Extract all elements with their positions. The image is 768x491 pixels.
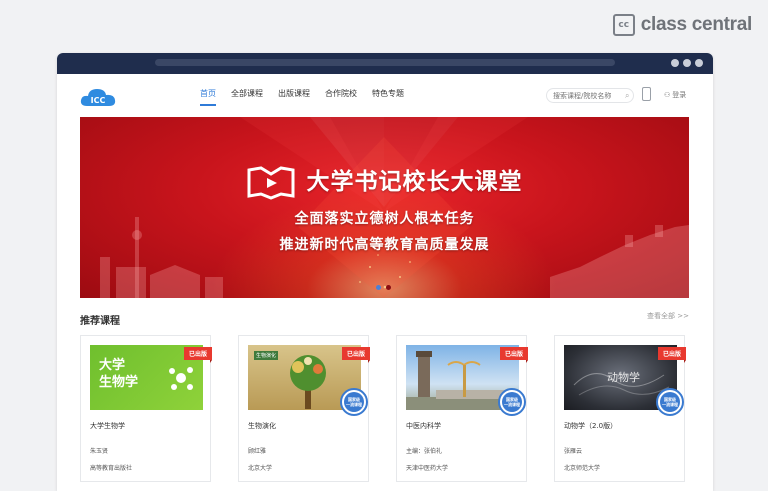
seal-text: 国家级 一流课程: [502, 392, 522, 412]
banner-title-text: 大学书记校长大课堂: [306, 169, 523, 195]
cc-badge-icon: cc: [612, 14, 635, 36]
published-badge: 已出版: [657, 347, 687, 363]
menu-item-partner-schools[interactable]: 合作院校: [325, 88, 357, 106]
course-title[interactable]: 动物学（2.0版）: [564, 421, 617, 431]
course-author: 张雁云: [564, 448, 583, 455]
course-author: 主编：张伯礼: [406, 448, 443, 455]
tree-of-life-icon: [290, 355, 326, 409]
course-publisher: 北京师范大学: [564, 465, 601, 472]
class-central-watermark: cc class central: [612, 14, 753, 36]
lecture-book-icon: [247, 165, 294, 200]
published-badge: 已出版: [499, 347, 529, 363]
recommended-header: 推荐课程 查看全部 >>: [80, 309, 689, 327]
seal-text: 国家级 一流课程: [344, 392, 364, 412]
icc-cloud-logo[interactable]: ICC: [79, 86, 117, 108]
mobile-app-icon[interactable]: [642, 87, 651, 101]
cover-text: 动物学: [607, 371, 640, 384]
national-course-seal-icon: 国家级 一流课程: [340, 388, 368, 416]
browser-chrome: [57, 53, 713, 74]
menu-item-all-courses[interactable]: 全部课程: [231, 88, 263, 106]
cover-text: 生物演化: [254, 351, 279, 360]
course-publisher: 北京大学: [248, 465, 273, 472]
course-title[interactable]: 大学生物学: [90, 421, 125, 431]
browser-window: ICC 首页 全部课程 出版课程 合作院校 特色专题 ⌕ ⚇ 登录: [57, 53, 713, 491]
course-author: 顾红雅: [248, 448, 267, 455]
login-link[interactable]: ⚇ 登录: [664, 90, 686, 100]
left-skyline-icon: [100, 217, 223, 298]
banner-subtitle-1: 全面落实立德树人根本任务: [294, 211, 475, 227]
main-menu: 首页 全部课程 出版课程 合作院校 特色专题: [200, 88, 404, 106]
logo-text: ICC: [91, 96, 106, 105]
course-card[interactable]: 大学 生物学 已出版 大学生物学 朱玉贤 高等教育出版社: [80, 335, 213, 482]
menu-item-published-courses[interactable]: 出版课程: [278, 88, 310, 106]
national-course-seal-icon: 国家级 一流课程: [498, 388, 526, 416]
course-author: 朱玉贤: [90, 448, 109, 455]
banner-title: 大学书记校长大课堂: [80, 162, 689, 200]
address-bar[interactable]: [155, 59, 615, 66]
course-card[interactable]: 已出版 国家级 一流课程 中医内科学 主编：张伯礼 天津中医药大学: [396, 335, 529, 482]
seal-text: 国家级 一流课程: [660, 392, 680, 412]
menu-item-special-topics[interactable]: 特色专题: [372, 88, 404, 106]
watermark-text: class central: [640, 14, 753, 35]
course-publisher: 天津中医药大学: [406, 465, 449, 472]
course-title[interactable]: 生物演化: [248, 421, 276, 431]
login-label: 登录: [672, 91, 687, 99]
course-publisher: 高等教育出版社: [90, 465, 133, 472]
published-badge: 已出版: [183, 347, 213, 363]
course-card[interactable]: 动物学 已出版 国家级 一流课程 动物学（2.0版） 张雁云 北京师范大学: [554, 335, 687, 482]
cover-text: 大学 生物学: [99, 358, 139, 390]
window-dot-icon[interactable]: [695, 59, 703, 67]
banner-subtitle-2: 推进新时代高等教育高质量发展: [279, 237, 490, 253]
menu-item-home[interactable]: 首页: [200, 88, 216, 106]
window-controls: [671, 59, 703, 67]
site-header: ICC 首页 全部课程 出版课程 合作院校 特色专题 ⌕ ⚇ 登录: [57, 74, 713, 117]
search-input[interactable]: [547, 90, 625, 101]
window-dot-icon[interactable]: [671, 59, 679, 67]
course-card[interactable]: 生物演化 已出版 国家级 一流课程 生物演化 顾红雅 北京大学: [238, 335, 371, 482]
molecule-icon: [169, 367, 193, 390]
course-list: 大学 生物学 已出版 大学生物学 朱玉贤 高等教育出版社 生物演化 已出版 国家…: [80, 335, 687, 482]
user-icon: ⚇: [664, 91, 671, 99]
section-title: 推荐课程: [80, 316, 120, 327]
hero-banner[interactable]: 大学书记校长大课堂 全面落实立德树人根本任务 推进新时代高等教育高质量发展: [80, 117, 689, 298]
carousel-dot[interactable]: [386, 285, 391, 290]
window-dot-icon[interactable]: [683, 59, 691, 67]
national-course-seal-icon: 国家级 一流课程: [656, 388, 684, 416]
search-box: ⌕: [546, 88, 634, 103]
view-all-link[interactable]: 查看全部 >>: [647, 311, 689, 321]
course-title[interactable]: 中医内科学: [406, 421, 441, 431]
carousel-indicator: [376, 285, 391, 290]
published-badge: 已出版: [341, 347, 371, 363]
carousel-dot-active[interactable]: [376, 285, 381, 290]
search-icon[interactable]: ⌕: [625, 91, 629, 101]
